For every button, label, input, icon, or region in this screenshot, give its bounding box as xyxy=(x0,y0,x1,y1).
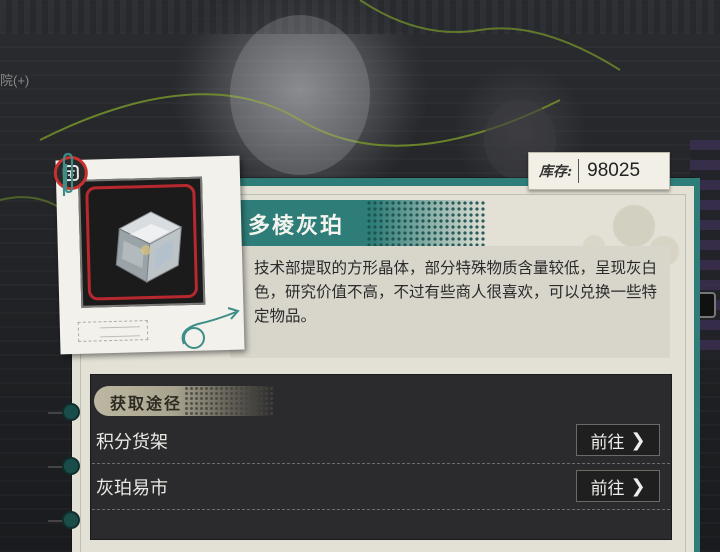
item-description: 技术部提取的方形晶体，部分特殊物质含量较低，呈现灰白色，研究价值不高，不过有些商… xyxy=(254,259,658,325)
arrow-hook-icon xyxy=(181,307,240,349)
stock-value: 98025 xyxy=(587,160,641,181)
notebook-ring xyxy=(62,457,80,475)
notebook-ring xyxy=(62,403,80,421)
acquisition-row-label: 灰珀易市 xyxy=(96,478,168,499)
stock-label: 库存: xyxy=(539,164,573,180)
go-button-label: 前往 xyxy=(590,432,625,453)
go-button-label: 前往 xyxy=(590,478,625,499)
card-right-edge xyxy=(694,178,700,552)
notebook-ring xyxy=(62,511,80,529)
background-label: 院(+) xyxy=(0,73,30,88)
item-name: 多棱灰珀 xyxy=(248,213,345,239)
stock-separator xyxy=(578,159,580,183)
acquisition-row: 积分货架 前往 ❯ xyxy=(92,418,670,464)
paper-clip-icon xyxy=(62,152,74,196)
chevron-right-icon: ❯ xyxy=(630,429,646,451)
crystal-cube-icon xyxy=(115,211,183,283)
go-button[interactable]: 前往 ❯ xyxy=(576,424,660,456)
acquisition-row-label: 积分货架 xyxy=(96,432,168,453)
chevron-right-icon: ❯ xyxy=(630,475,646,497)
background-top-strip xyxy=(0,0,720,34)
acquisition-row: 灰珀易市 前往 ❯ xyxy=(92,464,670,510)
go-button[interactable]: 前往 ❯ xyxy=(576,470,660,502)
stock-badge: 库存: 98025 xyxy=(528,152,670,190)
item-image-frame xyxy=(78,176,206,308)
polaroid-stamp-lines xyxy=(99,326,141,338)
acquisition-header: 获取途径 xyxy=(110,394,183,413)
